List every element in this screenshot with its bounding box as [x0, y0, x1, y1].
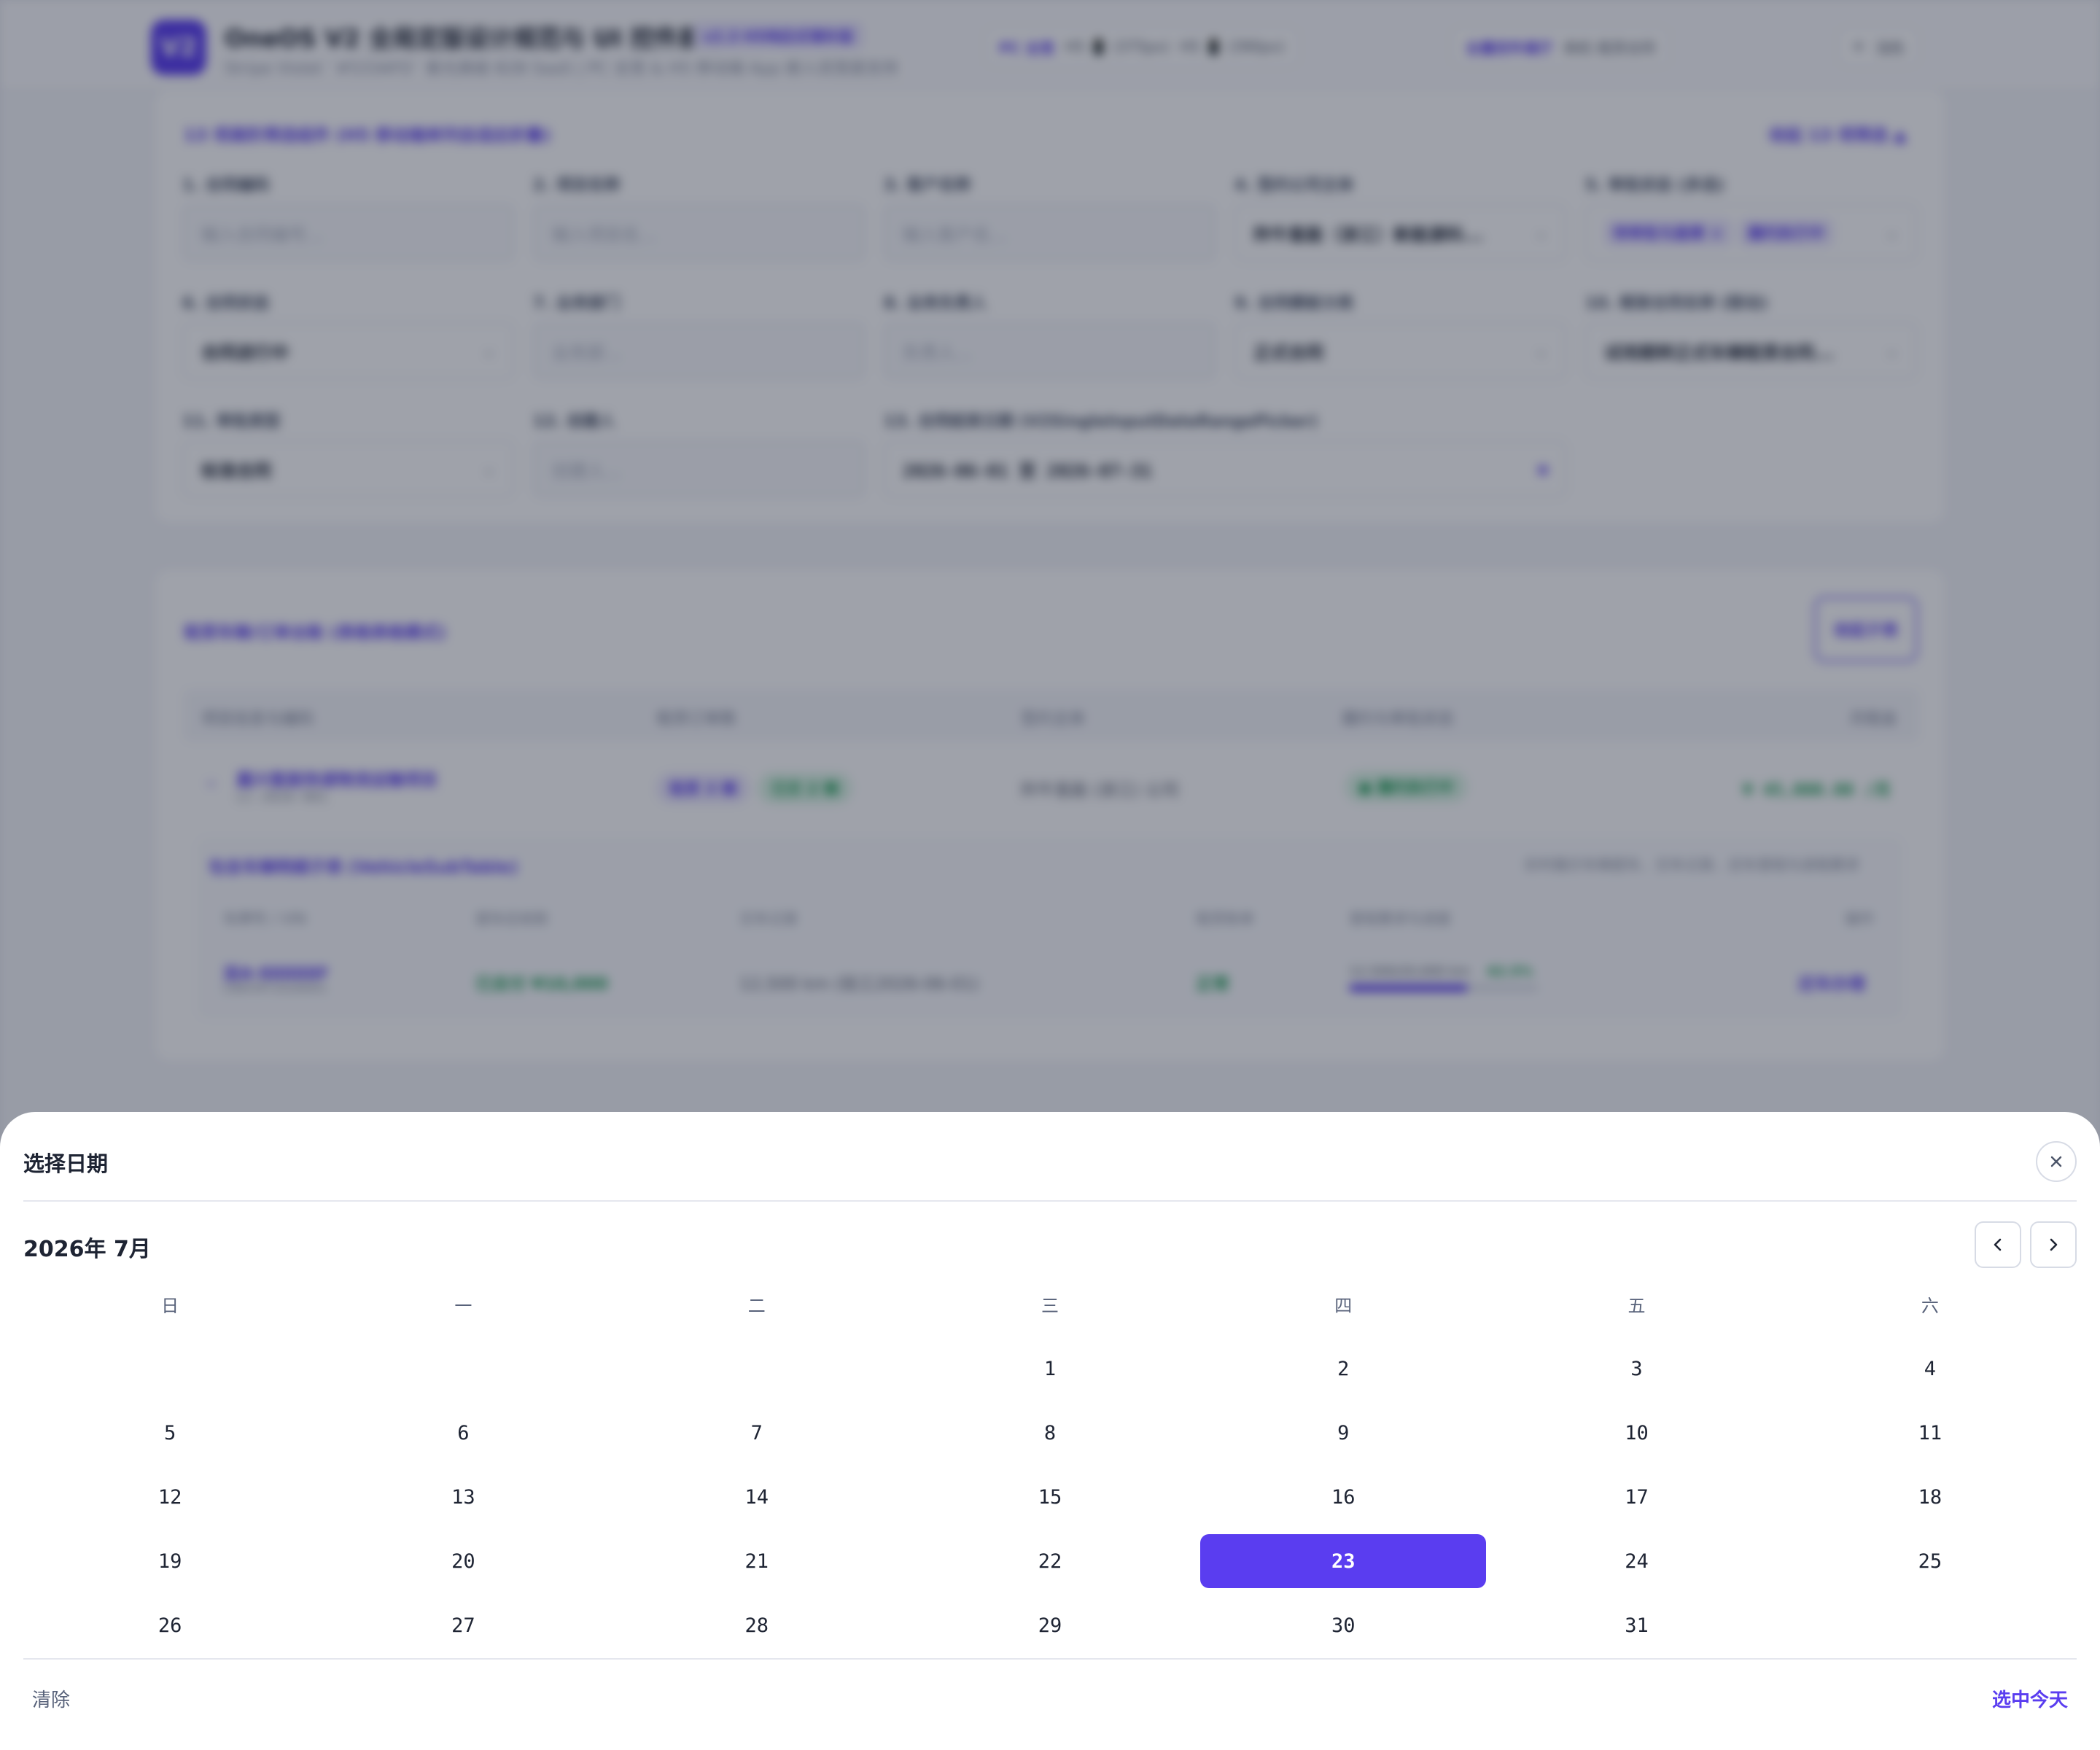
month-label: 2026年 7月 [23, 1237, 151, 1262]
close-icon [2050, 1156, 2062, 1167]
weekday-label: 日 [161, 1296, 179, 1316]
calendar-day[interactable]: 29 [903, 1593, 1197, 1657]
day-number: 5 [164, 1421, 176, 1444]
calendar-day[interactable]: 10 [1490, 1401, 1783, 1465]
day-number: 1 [1043, 1357, 1057, 1380]
clear-button[interactable]: 清除 [32, 1685, 70, 1712]
calendar-day[interactable]: 30 [1197, 1593, 1490, 1657]
day-number: 7 [750, 1421, 763, 1444]
day-number: 31 [1625, 1614, 1649, 1637]
prev-month-button[interactable] [1975, 1221, 2021, 1268]
weekday-label: 三 [1041, 1296, 1059, 1316]
calendar-day[interactable]: 1 [903, 1337, 1197, 1401]
day-number: 29 [1038, 1614, 1062, 1637]
day-number: 8 [1043, 1421, 1057, 1444]
select-today-button[interactable]: 选中今天 [1992, 1685, 2068, 1712]
day-number: 19 [158, 1549, 182, 1573]
calendar-day[interactable]: 21 [610, 1529, 903, 1593]
sheet-title: 选择日期 [23, 1151, 109, 1176]
weekday-label: 五 [1628, 1296, 1646, 1316]
header-divider [23, 1200, 2077, 1202]
day-number: 16 [1331, 1485, 1356, 1509]
calendar-day[interactable]: 4 [1784, 1337, 2077, 1401]
calendar-day[interactable]: 12 [23, 1465, 316, 1529]
weekday-label: 六 [1921, 1296, 1939, 1316]
calendar-day[interactable]: 16 [1197, 1465, 1490, 1529]
calendar-day[interactable]: 14 [610, 1465, 903, 1529]
day-number: 26 [158, 1614, 182, 1637]
day-number: 20 [451, 1549, 475, 1573]
day-number: 4 [1924, 1357, 1936, 1380]
calendar-empty-cell [23, 1337, 316, 1401]
weekday-label: 四 [1334, 1296, 1353, 1316]
chevron-right-icon [2050, 1238, 2058, 1251]
calendar-day[interactable]: 24 [1490, 1529, 1783, 1593]
day-number: 17 [1625, 1485, 1649, 1509]
calendar-day[interactable]: 25 [1784, 1529, 2077, 1593]
close-button[interactable] [2036, 1141, 2077, 1182]
calendar-day[interactable]: 6 [316, 1401, 610, 1465]
calendar-day[interactable]: 17 [1490, 1465, 1783, 1529]
day-number: 30 [1331, 1614, 1356, 1637]
day-number: 10 [1625, 1421, 1649, 1444]
calendar-day[interactable]: 7 [610, 1401, 903, 1465]
weekday-label: 一 [454, 1296, 472, 1316]
calendar-day[interactable]: 18 [1784, 1465, 2077, 1529]
weekday-header: 日 一 二 三 四 五 六 [23, 1291, 2077, 1318]
calendar-day[interactable]: 27 [316, 1593, 610, 1657]
day-number: 15 [1038, 1485, 1062, 1509]
calendar-day[interactable]: 2 [1197, 1337, 1490, 1401]
calendar-day[interactable]: 26 [23, 1593, 316, 1657]
calendar-day-selected[interactable]: 23 [1197, 1529, 1490, 1593]
day-number: 28 [744, 1614, 769, 1637]
day-number: 22 [1038, 1549, 1062, 1573]
calendar-day[interactable]: 28 [610, 1593, 903, 1657]
day-number: 14 [744, 1485, 769, 1509]
calendar-day[interactable]: 15 [903, 1465, 1197, 1529]
calendar-day[interactable]: 5 [23, 1401, 316, 1465]
date-picker-sheet: 选择日期 2026年 7月 日 一 二 三 四 五 六 1 2 3 4 5 6 7 8 9 10 1… [0, 1112, 2100, 1750]
calendar-day[interactable]: 3 [1490, 1337, 1783, 1401]
day-number: 21 [744, 1549, 769, 1573]
day-number: 12 [158, 1485, 182, 1509]
calendar-day[interactable]: 19 [23, 1529, 316, 1593]
footer-divider [23, 1658, 2077, 1660]
day-number: 24 [1625, 1549, 1649, 1573]
day-number: 13 [451, 1485, 475, 1509]
calendar-day[interactable]: 8 [903, 1401, 1197, 1465]
day-number: 2 [1337, 1357, 1350, 1380]
next-month-button[interactable] [2030, 1221, 2077, 1268]
day-number: 18 [1918, 1485, 1942, 1509]
day-number: 3 [1630, 1357, 1643, 1380]
calendar-day[interactable]: 9 [1197, 1401, 1490, 1465]
calendar-day[interactable]: 13 [316, 1465, 610, 1529]
calendar-empty-cell [316, 1337, 610, 1401]
day-number: 9 [1337, 1421, 1350, 1444]
day-number: 11 [1918, 1421, 1942, 1444]
day-number: 6 [457, 1421, 470, 1444]
day-number: 23 [1200, 1534, 1487, 1588]
day-number: 27 [451, 1614, 475, 1637]
day-number: 25 [1918, 1549, 1942, 1573]
chevron-left-icon [1994, 1238, 2002, 1251]
calendar-empty-cell [610, 1337, 903, 1401]
calendar-day[interactable]: 31 [1490, 1593, 1783, 1657]
calendar-grid: 1 2 3 4 5 6 7 8 9 10 11 12 13 14 15 16 17 18 19 20 21 22 23 24 2… [23, 1337, 2077, 1657]
calendar-day[interactable]: 22 [903, 1529, 1197, 1593]
calendar-day[interactable]: 11 [1784, 1401, 2077, 1465]
weekday-label: 二 [747, 1296, 766, 1316]
calendar-day[interactable]: 20 [316, 1529, 610, 1593]
